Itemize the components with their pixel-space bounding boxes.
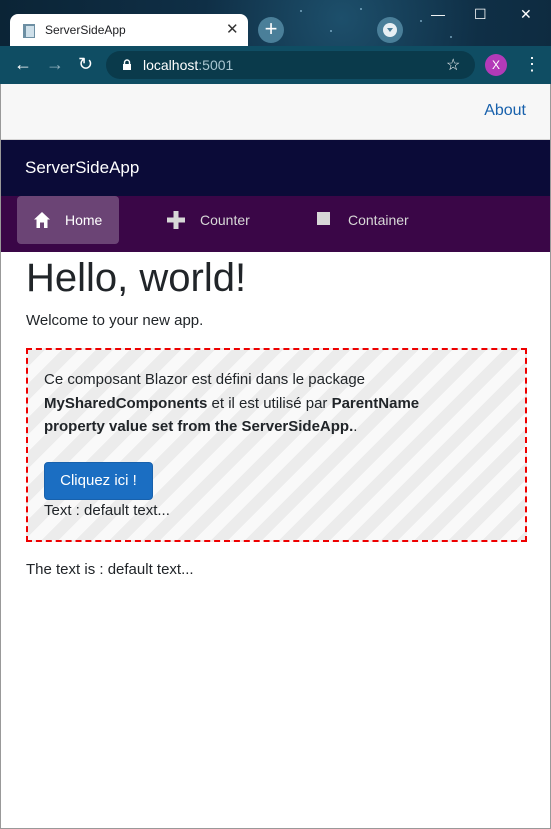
minimize-button[interactable]: — <box>431 6 445 22</box>
browser-tab[interactable]: ServerSideApp ✕ <box>10 14 248 46</box>
maximize-button[interactable]: ☐ <box>474 6 487 23</box>
navbar-brand[interactable]: ServerSideApp <box>25 158 139 178</box>
nav-item-home[interactable]: Home <box>17 196 119 244</box>
forward-arrow-icon[interactable]: → <box>46 54 64 74</box>
nav-item-label: Home <box>65 212 103 228</box>
url-port: :5001 <box>198 57 234 73</box>
about-link[interactable]: About <box>484 102 526 120</box>
home-icon <box>34 212 50 228</box>
background-star <box>360 8 362 10</box>
shared-component-box: Ce composant Blazor est défini dans le p… <box>26 348 527 542</box>
component-description: Ce composant Blazor est défini dans le p… <box>44 368 464 439</box>
click-here-button[interactable]: Cliquez ici ! <box>44 462 153 500</box>
chevron-down-icon <box>387 28 393 32</box>
tab-search-button[interactable] <box>377 17 403 43</box>
description-text: . <box>353 418 358 435</box>
browser-toolbar: ← → ↻ localhost:5001 ☆ X ⋮ <box>0 46 551 84</box>
background-star <box>330 30 332 32</box>
page-viewport: About ServerSideApp Home Counter Contain… <box>0 84 551 829</box>
brand-bar: ServerSideApp <box>1 140 550 196</box>
welcome-text: Welcome to your new app. <box>26 312 204 329</box>
back-arrow-icon[interactable]: ← <box>14 54 32 74</box>
url-text: localhost:5001 <box>143 57 233 73</box>
nav-item-label: Container <box>348 212 409 228</box>
profile-avatar[interactable]: X <box>485 54 507 76</box>
bookmark-star-icon[interactable]: ☆ <box>446 55 460 75</box>
nav-item-container[interactable]: Container <box>299 196 429 244</box>
nav-item-label: Counter <box>200 212 250 228</box>
description-text: Ce composant Blazor est défini dans le p… <box>44 371 366 388</box>
package-name: MySharedComponents <box>44 394 208 412</box>
new-tab-button[interactable]: + <box>258 17 284 43</box>
close-window-button[interactable]: ✕ <box>520 6 532 23</box>
background-star <box>450 36 452 38</box>
plus-icon <box>167 211 185 229</box>
reload-icon[interactable]: ↻ <box>78 54 93 74</box>
page-favicon-icon <box>23 24 35 38</box>
background-star <box>420 20 422 22</box>
result-text: The text is : default text... <box>26 561 194 578</box>
description-text: et il est utilisé par <box>207 394 332 412</box>
menu-kebab-icon[interactable]: ⋮ <box>523 54 541 74</box>
tab-close-icon[interactable]: ✕ <box>226 20 239 40</box>
square-icon <box>317 212 330 225</box>
url-host: localhost <box>143 57 199 73</box>
lock-icon <box>123 59 131 70</box>
nav-item-counter[interactable]: Counter <box>151 196 271 244</box>
tab-title: ServerSideApp <box>45 23 126 37</box>
browser-title-bar: ServerSideApp ✕ + — ☐ ✕ <box>0 0 551 46</box>
page-title: Hello, world! <box>26 256 247 300</box>
background-star <box>300 10 302 12</box>
top-row: About <box>1 84 550 140</box>
nav-menu: Home Counter Container <box>1 196 550 252</box>
address-bar[interactable]: localhost:5001 ☆ <box>106 51 475 79</box>
component-text-value: Text : default text... <box>44 502 170 519</box>
